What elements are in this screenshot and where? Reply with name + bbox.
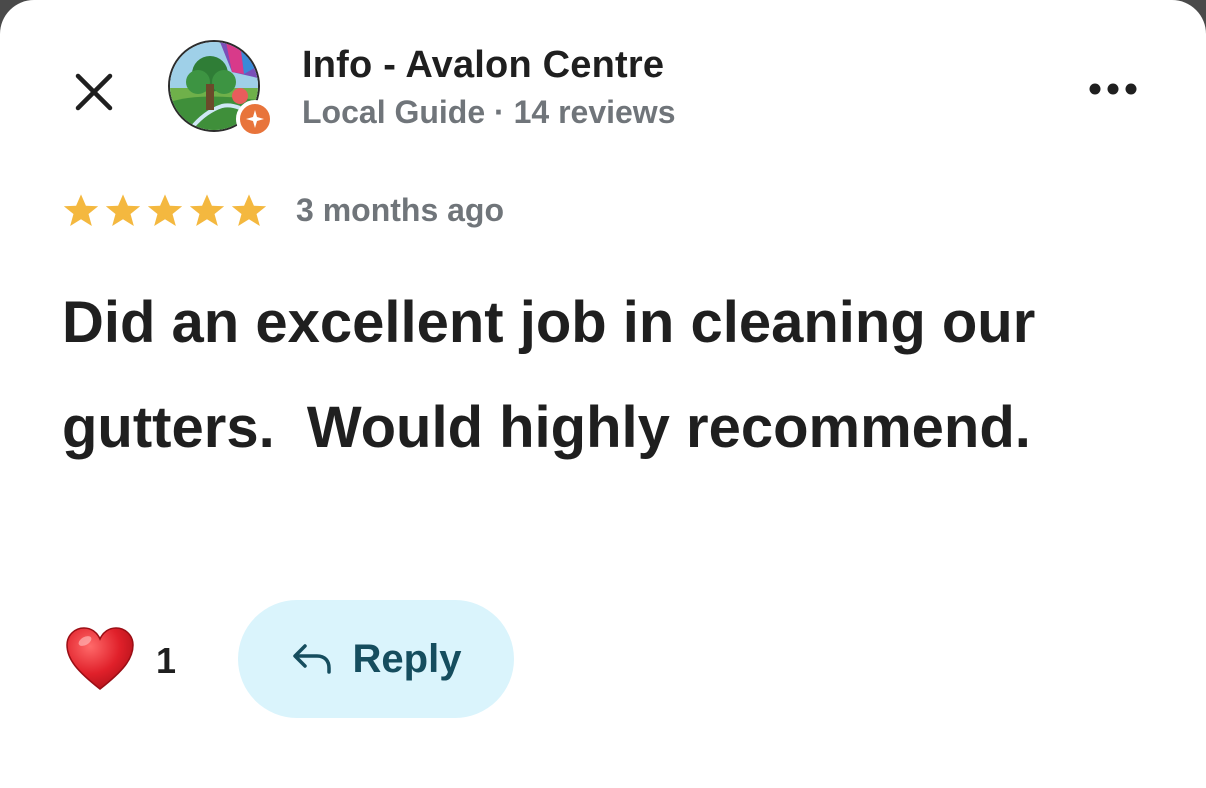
author-avatar[interactable] — [168, 40, 274, 140]
local-guide-badge — [236, 100, 274, 138]
review-card: Info - Avalon Centre Local Guide · 14 re… — [0, 0, 1206, 788]
star-icon — [231, 194, 267, 227]
more-options-button[interactable] — [1080, 66, 1146, 112]
star-rating — [60, 190, 270, 232]
star-icon — [147, 194, 183, 227]
like-button[interactable] — [60, 622, 140, 696]
star-icon — [189, 194, 225, 227]
review-date: 3 months ago — [296, 192, 505, 228]
more-options-icon — [1089, 83, 1137, 95]
heart-icon — [66, 627, 134, 690]
review-text: Did an excellent job in cleaning our gut… — [62, 290, 1052, 460]
reply-label: Reply — [352, 636, 462, 681]
reply-arrow-icon — [292, 644, 331, 674]
star-icon — [105, 194, 141, 227]
reply-button[interactable]: Reply — [238, 600, 514, 718]
author-meta: Local Guide · 14 reviews — [302, 94, 676, 130]
like-count: 1 — [156, 640, 177, 681]
close-button[interactable] — [64, 62, 124, 122]
star-icon — [63, 194, 99, 227]
close-icon — [75, 73, 113, 111]
local-guide-star-icon — [246, 110, 264, 128]
author-name[interactable]: Info - Avalon Centre — [302, 44, 664, 87]
